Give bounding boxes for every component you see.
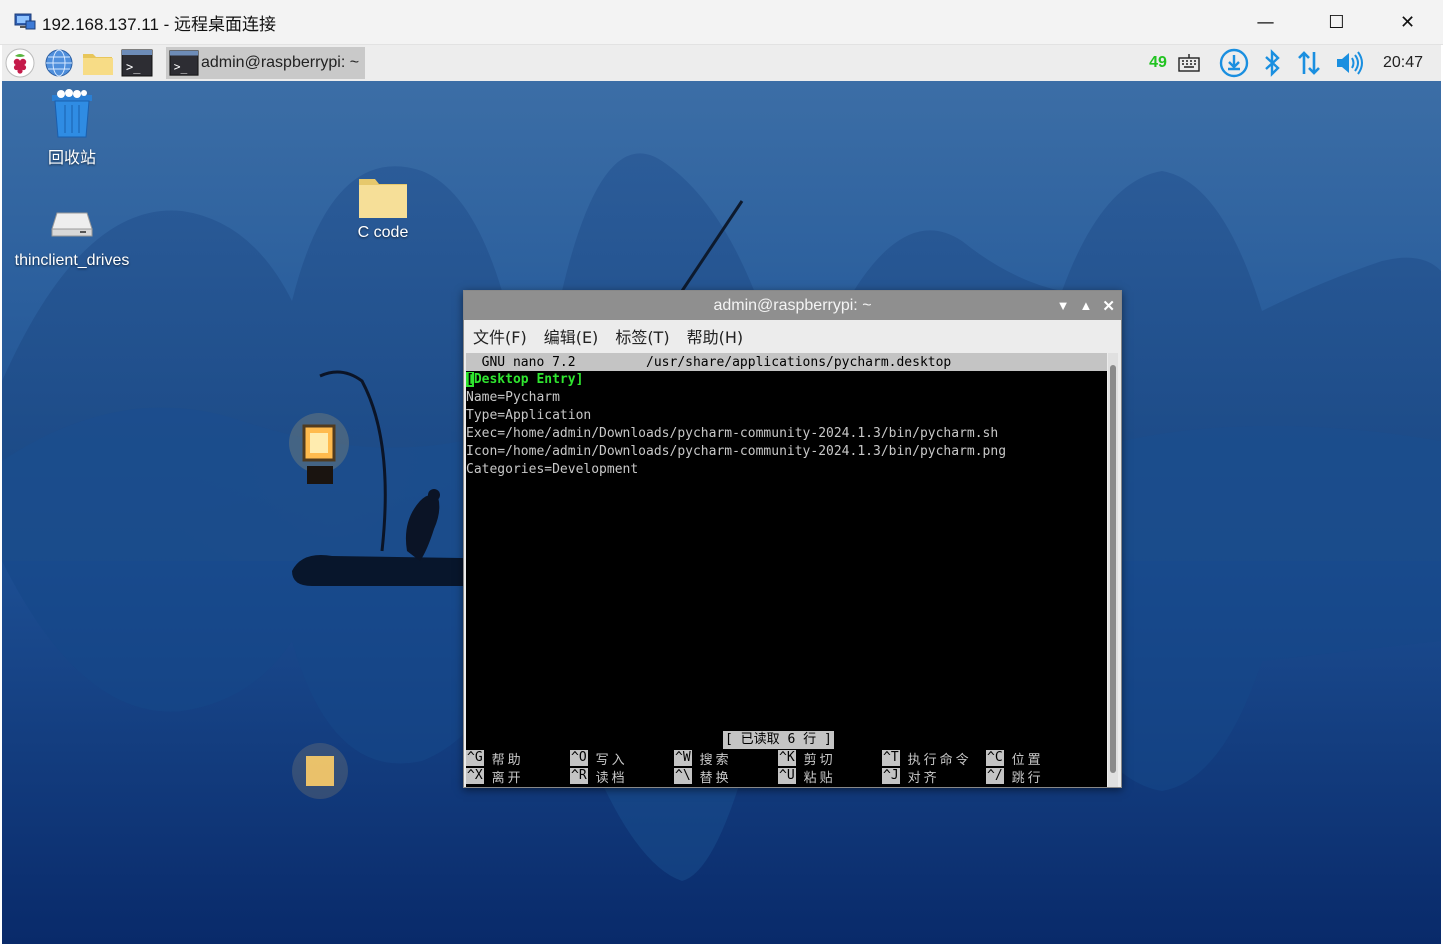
terminal-title: admin@raspberrypi: ~ bbox=[713, 296, 872, 314]
task-label: admin@raspberrypi: ~ bbox=[201, 54, 360, 71]
desktop-icon-drives[interactable]: thinclient_drives bbox=[10, 209, 134, 270]
close-icon[interactable]: ✕ bbox=[1102, 297, 1115, 315]
raspberry-menu-button[interactable] bbox=[2, 46, 38, 80]
nano-header: GNU nano 7.2 /usr/share/applications/pyc… bbox=[466, 353, 1107, 371]
nano-status: [ 已读取 6 行 ] bbox=[723, 731, 834, 749]
editor-line: Type=Application bbox=[466, 408, 592, 423]
minimize-button[interactable]: — bbox=[1230, 0, 1301, 45]
remote-desktop-icon bbox=[14, 12, 36, 32]
desktop-icon-c-code[interactable]: C code bbox=[343, 175, 423, 242]
bluetooth-icon[interactable] bbox=[1260, 48, 1284, 78]
shortcut-exit: ^X 离开 bbox=[466, 768, 524, 786]
folder-icon bbox=[83, 54, 113, 75]
terminal-screen[interactable]: GNU nano 7.2 /usr/share/applications/pyc… bbox=[466, 353, 1107, 787]
menu-help[interactable]: 帮助(H) bbox=[687, 324, 744, 348]
editor-line: Icon=/home/admin/Downloads/pycharm-commu… bbox=[466, 444, 1007, 459]
shortcut-help: ^G 帮助 bbox=[466, 750, 524, 768]
shortcut-replace: ^\ 替换 bbox=[674, 768, 732, 786]
rdp-titlebar: 192.168.137.11 - 远程桌面连接 — ☐ ✕ bbox=[0, 0, 1443, 45]
editor-line: Name=Pycharm bbox=[466, 390, 560, 405]
download-icon[interactable] bbox=[1219, 48, 1249, 78]
window-title: 192.168.137.11 - 远程桌面连接 bbox=[42, 14, 277, 34]
close-button[interactable]: ✕ bbox=[1372, 0, 1443, 45]
desktop-icon-label: thinclient_drives bbox=[14, 252, 130, 269]
shortcut-goto-line: ^/跳行 bbox=[986, 768, 1044, 786]
raspberry-icon bbox=[5, 48, 35, 78]
shortcut-write: ^O 写入 bbox=[570, 750, 628, 768]
nano-shortcuts: ^G 帮助 ^O 写入 ^W 搜索 ^K 剪切 ^T 执行命令 ^C 位置 ^X 离开 ^R 读… bbox=[466, 749, 1107, 786]
file-manager-launcher[interactable] bbox=[80, 46, 116, 80]
shortcut-location: ^C 位置 bbox=[986, 750, 1044, 768]
shortcut-execute: ^T 执行命令 bbox=[882, 750, 972, 768]
menu-file[interactable]: 文件(F) bbox=[473, 324, 527, 348]
shortcut-cut: ^K 剪切 bbox=[778, 750, 836, 768]
editor-line: [Desktop Entry] bbox=[466, 372, 584, 387]
trash-icon bbox=[52, 89, 92, 138]
terminal-titlebar[interactable]: admin@raspberrypi: ~ ▼ ▲ ✕ bbox=[464, 291, 1121, 320]
globe-icon bbox=[45, 49, 73, 77]
shortcut-paste: ^U 粘贴 bbox=[778, 768, 836, 786]
volume-icon[interactable] bbox=[1334, 49, 1364, 77]
shortcut-search: ^W 搜索 bbox=[674, 750, 732, 768]
desktop-icon-label: C code bbox=[357, 224, 409, 241]
chevron-up-icon[interactable]: ▲ bbox=[1080, 298, 1093, 313]
terminal-launcher[interactable]: >_ bbox=[119, 46, 155, 80]
svg-text:>_: >_ bbox=[174, 61, 188, 74]
cpu-usage[interactable]: 49 bbox=[1149, 54, 1167, 72]
terminal-icon: >_ bbox=[169, 50, 199, 76]
browser-launcher[interactable] bbox=[41, 46, 77, 80]
editor-line: Exec=/home/admin/Downloads/pycharm-commu… bbox=[466, 426, 999, 441]
keyboard-icon[interactable] bbox=[1178, 53, 1200, 73]
drive-icon bbox=[51, 212, 93, 237]
menu-edit[interactable]: 编辑(E) bbox=[544, 324, 599, 348]
shortcut-justify: ^J 对齐 bbox=[882, 768, 940, 786]
terminal-window: admin@raspberrypi: ~ ▼ ▲ ✕ 文件(F) 编辑(E) 标… bbox=[463, 290, 1122, 788]
desktop-icon-trash[interactable]: 回收站 bbox=[32, 89, 112, 168]
folder-icon bbox=[359, 179, 407, 218]
terminal-icon: >_ bbox=[121, 49, 153, 77]
chevron-down-icon[interactable]: ▼ bbox=[1057, 298, 1070, 313]
menu-tabs[interactable]: 标签(T) bbox=[615, 324, 669, 348]
terminal-scrollbar[interactable] bbox=[1108, 353, 1118, 787]
svg-text:>_: >_ bbox=[126, 60, 141, 74]
editor-line: Categories=Development bbox=[466, 462, 639, 477]
text-cursor: [ bbox=[466, 372, 474, 387]
taskbar: >_ >_ admin@raspberrypi: ~ 49 20:47 bbox=[2, 45, 1441, 81]
taskbar-terminal-task[interactable]: >_ admin@raspberrypi: ~ bbox=[166, 47, 366, 79]
shortcut-read: ^R 读档 bbox=[570, 768, 628, 786]
clock[interactable]: 20:47 bbox=[1383, 54, 1423, 72]
scrollbar-thumb[interactable] bbox=[1110, 365, 1116, 773]
network-icon[interactable] bbox=[1295, 48, 1323, 78]
desktop-icon-label: 回收站 bbox=[47, 150, 96, 167]
maximize-button[interactable]: ☐ bbox=[1301, 0, 1372, 45]
terminal-menubar: 文件(F) 编辑(E) 标签(T) 帮助(H) bbox=[464, 320, 1121, 352]
